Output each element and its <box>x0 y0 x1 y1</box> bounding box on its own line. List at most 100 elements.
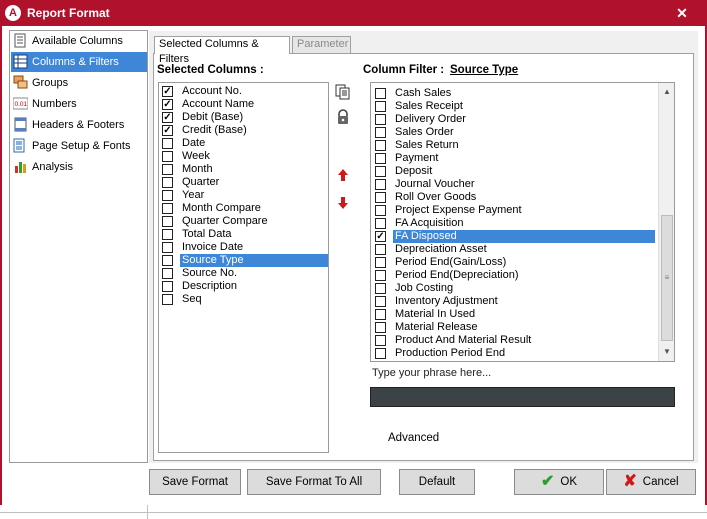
checkbox[interactable] <box>375 296 386 307</box>
column-filter-list[interactable]: Cash Sales Sales Receipt Delivery Order Sal… <box>370 82 675 362</box>
list-item[interactable]: Deposit <box>375 165 660 178</box>
scroll-up-icon[interactable]: ▲ <box>659 85 675 99</box>
checkbox[interactable] <box>375 270 386 281</box>
sidebar-item-numbers[interactable]: 0.01 Numbers <box>11 94 147 114</box>
checkbox[interactable]: ✓ <box>375 231 386 242</box>
list-item[interactable]: Month <box>162 163 328 176</box>
checkbox[interactable] <box>375 166 386 177</box>
list-item[interactable]: Source No. <box>162 267 328 280</box>
checkbox[interactable] <box>375 244 386 255</box>
move-up-icon[interactable] <box>335 167 351 183</box>
lock-icon[interactable] <box>335 109 351 125</box>
checkbox[interactable] <box>162 268 173 279</box>
checkbox[interactable] <box>375 140 386 151</box>
list-item[interactable]: Product And Material Result <box>375 334 660 347</box>
list-item[interactable]: Sales Receipt <box>375 100 660 113</box>
list-item[interactable]: FA Acquisition <box>375 217 660 230</box>
list-item[interactable]: Date <box>162 137 328 150</box>
checkbox[interactable] <box>162 242 173 253</box>
list-item[interactable]: Total Data <box>162 228 328 241</box>
checkbox[interactable] <box>375 335 386 346</box>
checkbox[interactable] <box>162 281 173 292</box>
checkbox[interactable] <box>375 114 386 125</box>
checkbox[interactable] <box>375 309 386 320</box>
list-item[interactable]: Depreciation Asset <box>375 243 660 256</box>
list-item[interactable]: Quarter <box>162 176 328 189</box>
sidebar-item-page-setup-fonts[interactable]: Page Setup & Fonts <box>11 136 147 156</box>
checkbox[interactable] <box>162 190 173 201</box>
save-format-button[interactable]: Save Format <box>149 469 241 495</box>
list-item[interactable]: Source Type <box>162 254 328 267</box>
checkbox[interactable] <box>375 322 386 333</box>
ok-button[interactable]: ✔ OK <box>514 469 604 495</box>
list-item[interactable]: Delivery Order <box>375 113 660 126</box>
list-item[interactable]: ✓ Credit (Base) <box>162 124 328 137</box>
sidebar-item-groups[interactable]: Groups <box>11 73 147 93</box>
cancel-button[interactable]: ✘ Cancel <box>606 469 696 495</box>
checkbox[interactable]: ✓ <box>162 86 173 97</box>
checkbox[interactable] <box>375 257 386 268</box>
list-item[interactable]: Month Compare <box>162 202 328 215</box>
checkbox[interactable] <box>162 216 173 227</box>
list-item[interactable]: Production Period End <box>375 347 660 360</box>
sidebar-item-available-columns[interactable]: Available Columns <box>11 31 147 51</box>
tab-selected-columns-filters[interactable]: Selected Columns & Filters <box>154 36 290 65</box>
checkbox[interactable] <box>162 177 173 188</box>
scroll-thumb[interactable]: ≡ <box>661 215 673 341</box>
list-item[interactable]: Payment <box>375 152 660 165</box>
search-phrase-input[interactable] <box>370 387 675 407</box>
list-item[interactable]: ✓ FA Disposed <box>375 230 660 243</box>
checkbox[interactable] <box>162 164 173 175</box>
scroll-down-icon[interactable]: ▼ <box>659 345 675 359</box>
checkbox[interactable] <box>375 127 386 138</box>
list-item[interactable]: Invoice Date <box>162 241 328 254</box>
list-item[interactable]: Sales Return <box>375 139 660 152</box>
checkbox[interactable] <box>162 255 173 266</box>
list-item[interactable]: Seq <box>162 293 328 306</box>
checkbox[interactable] <box>162 203 173 214</box>
checkbox[interactable] <box>162 151 173 162</box>
checkbox[interactable] <box>375 179 386 190</box>
filter-scrollbar[interactable]: ▲ ≡ ▼ <box>658 83 674 361</box>
checkbox[interactable] <box>375 192 386 203</box>
checkbox[interactable] <box>162 229 173 240</box>
checkbox[interactable] <box>375 348 386 359</box>
list-item[interactable]: Material Release <box>375 321 660 334</box>
default-button[interactable]: Default <box>399 469 475 495</box>
checkbox[interactable] <box>375 218 386 229</box>
list-item[interactable]: Week <box>162 150 328 163</box>
checkbox[interactable] <box>162 294 173 305</box>
checkbox[interactable]: ✓ <box>162 99 173 110</box>
selected-columns-list[interactable]: ✓ Account No. ✓ Account Name ✓ Debit (Base) ✓ C… <box>158 82 329 453</box>
list-item[interactable]: Job Costing <box>375 282 660 295</box>
checkbox[interactable] <box>375 101 386 112</box>
list-item[interactable]: Journal Voucher <box>375 178 660 191</box>
sidebar-item-analysis[interactable]: Analysis <box>11 157 147 177</box>
checkbox[interactable] <box>375 205 386 216</box>
list-item[interactable]: Inventory Adjustment <box>375 295 660 308</box>
list-item[interactable]: Year <box>162 189 328 202</box>
list-item[interactable]: Cash Sales <box>375 87 660 100</box>
list-item[interactable]: ✓ Debit (Base) <box>162 111 328 124</box>
checkbox[interactable] <box>375 88 386 99</box>
list-item[interactable]: Sales Order <box>375 126 660 139</box>
close-icon[interactable]: ✕ <box>671 3 693 23</box>
list-item[interactable]: Project Expense Payment <box>375 204 660 217</box>
list-item[interactable]: ✓ Account No. <box>162 85 328 98</box>
list-item[interactable]: Material In Used <box>375 308 660 321</box>
list-item[interactable]: Quarter Compare <box>162 215 328 228</box>
advanced-link[interactable]: Advanced <box>388 432 439 444</box>
checkbox[interactable]: ✓ <box>162 125 173 136</box>
checkbox[interactable] <box>375 283 386 294</box>
checkbox[interactable]: ✓ <box>162 112 173 123</box>
list-item[interactable]: Description <box>162 280 328 293</box>
copy-icon[interactable] <box>335 84 351 100</box>
list-item[interactable]: Roll Over Goods <box>375 191 660 204</box>
move-down-icon[interactable] <box>335 195 351 211</box>
checkbox[interactable] <box>162 138 173 149</box>
sidebar-item-headers-footers[interactable]: Headers & Footers <box>11 115 147 135</box>
list-item[interactable]: ✓ Account Name <box>162 98 328 111</box>
sidebar-item-columns-filters[interactable]: Columns & Filters <box>11 52 147 72</box>
list-item[interactable]: Period End(Gain/Loss) <box>375 256 660 269</box>
tab-parameter[interactable]: Parameter <box>292 36 351 53</box>
